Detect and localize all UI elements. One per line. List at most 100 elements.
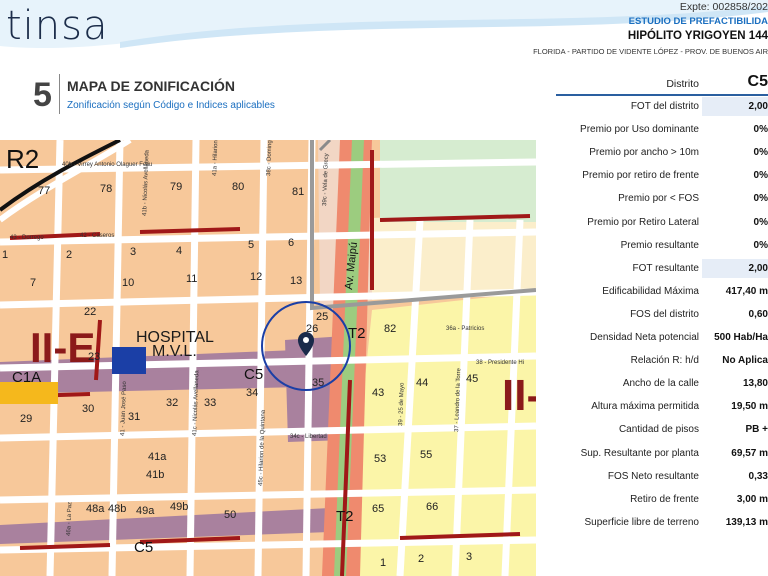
row-label: Premio por < FOS [618, 193, 699, 205]
green-park-area [380, 140, 536, 222]
svg-text:5: 5 [248, 239, 254, 251]
row-value: 3,00 m [736, 493, 768, 505]
zoning-map-drawing: II-E II- R2 C1A C5 C5 T2 T2 HOSPITAL M.V… [0, 140, 536, 576]
row-value: PB + [745, 424, 768, 436]
row-value: 417,40 m [725, 285, 768, 297]
row-label: Densidad Neta potencial [590, 332, 699, 344]
row-value: 69,57 m [731, 447, 768, 459]
hospital-label-2: M.V.L. [152, 343, 197, 360]
hospital-marker [112, 347, 146, 374]
row-value: 0% [753, 216, 768, 228]
svg-text:78: 78 [100, 183, 112, 195]
section-divider [59, 74, 60, 114]
svg-text:40b - Virrey Antonio Olaguer F: 40b - Virrey Antonio Olaguer Feliu [62, 162, 152, 168]
svg-text:22: 22 [84, 306, 96, 318]
svg-text:23: 23 [88, 351, 100, 363]
svg-text:6: 6 [288, 237, 294, 249]
svg-text:3: 3 [130, 246, 136, 258]
row-label: Premio por retiro de frente [582, 170, 699, 182]
row-label: FOS Neto resultante [607, 470, 699, 482]
zone-label-c5: C5 [244, 366, 263, 383]
svg-text:79: 79 [170, 181, 182, 193]
row-label: Sup. Resultante por planta [580, 447, 699, 459]
svg-text:46a - La Paz: 46a - La Paz [66, 502, 73, 536]
svg-text:34c - Libertad: 34c - Libertad [290, 434, 327, 440]
svg-text:2: 2 [66, 249, 72, 261]
row-value: 19,50 m [731, 401, 768, 413]
table-row: Relación R: h/d No Aplica [556, 349, 768, 372]
zoning-map: II-E II- R2 C1A C5 C5 T2 T2 HOSPITAL M.V… [0, 140, 536, 576]
svg-text:11: 11 [186, 273, 197, 285]
row-value: C5 [747, 73, 768, 90]
svg-text:30: 30 [82, 403, 94, 415]
section-number: 5 [33, 76, 52, 114]
svg-text:44: 44 [416, 377, 428, 389]
row-value: 2,00 [702, 97, 768, 117]
expediente-number: Expte: 002858/202 [679, 1, 768, 13]
row-label: Superficie libre de terreno [584, 516, 699, 528]
zone-label-t2: T2 [348, 325, 366, 342]
svg-text:48b: 48b [108, 503, 126, 515]
table-row: Premio por Uso dominante 0% [556, 118, 768, 141]
row-value: 0,33 [748, 470, 768, 482]
property-location: FLORIDA - PARTIDO DE VIDENTE LÓPEZ - PRO… [533, 47, 768, 56]
zone-label-r2: R2 [6, 144, 39, 174]
zone-label-c5-south: C5 [134, 539, 153, 556]
svg-text:12: 12 [250, 271, 262, 283]
table-row: Premio resultante 0% [556, 234, 768, 257]
table-row: FOT del distrito 2,00 [556, 95, 768, 118]
svg-text:33: 33 [204, 397, 216, 409]
table-row: Edificabilidad Máxima 417,40 m [556, 280, 768, 303]
table-row: FOS Neto resultante 0,33 [556, 465, 768, 488]
svg-text:49b: 49b [170, 501, 188, 513]
zone-label-ie-east: II- [502, 371, 536, 420]
row-label: Ancho de la calle [622, 378, 699, 390]
row-value: 0% [753, 170, 768, 182]
zoning-parameters-table: Distrito C5 FOT del distrito 2,00 Premio… [556, 72, 768, 534]
row-label: FOT del distrito [630, 101, 699, 113]
svg-text:34: 34 [246, 387, 258, 399]
row-label: Cantidad de pisos [618, 424, 699, 436]
row-label: Premio por Retiro Lateral [587, 216, 699, 228]
svg-text:36a - Patricios: 36a - Patricios [446, 326, 484, 332]
svg-text:41a: 41a [148, 451, 167, 463]
svg-text:1: 1 [2, 249, 8, 261]
svg-text:53: 53 [374, 453, 386, 465]
row-value: 0,60 [748, 308, 768, 320]
hatched-zone-2 [372, 212, 536, 300]
svg-text:42 - Caseros: 42 - Caseros [80, 233, 114, 239]
row-value: 2,00 [702, 258, 768, 278]
row-label: Edificabilidad Máxima [602, 285, 699, 297]
svg-text:45: 45 [466, 373, 478, 385]
svg-text:77: 77 [38, 185, 50, 197]
svg-text:65: 65 [372, 503, 384, 515]
svg-text:81: 81 [292, 186, 304, 198]
svg-text:48a: 48a [86, 503, 105, 515]
svg-text:3: 3 [466, 551, 472, 563]
table-row-distrito: Distrito C5 [556, 72, 768, 95]
section-subtitle: Zonificación según Código e Indices apli… [67, 100, 275, 111]
table-row: Premio por < FOS 0% [556, 187, 768, 210]
svg-text:80: 80 [232, 181, 244, 193]
svg-text:13: 13 [290, 275, 302, 287]
table-row: Densidad Neta potencial 500 Hab/Ha [556, 326, 768, 349]
zone-label-ie: II-E [30, 324, 95, 371]
row-label: Relación R: h/d [630, 355, 699, 367]
row-label: Retiro de frente [630, 493, 699, 505]
svg-text:66: 66 [426, 501, 438, 513]
svg-text:43 - Dorrego: 43 - Dorrego [10, 235, 44, 241]
row-label: FOT resultante [632, 262, 699, 274]
svg-text:32: 32 [166, 397, 178, 409]
row-label: FOS del distrito [630, 308, 699, 320]
table-row: Ancho de la calle 13,80 [556, 372, 768, 395]
zone-label-c1a: C1A [12, 369, 41, 386]
row-label: Distrito [666, 78, 699, 90]
svg-text:50: 50 [224, 509, 236, 521]
table-row: Premio por retiro de frente 0% [556, 164, 768, 187]
svg-text:4: 4 [176, 245, 182, 257]
table-row: Superficie libre de terreno 139,13 m [556, 511, 768, 534]
header-info: Expte: 002858/202 ESTUDIO DE PREFACTIBIL… [533, 0, 768, 58]
table-row: FOT resultante 2,00 [556, 257, 768, 280]
section-title: MAPA DE ZONIFICACIÓN [67, 78, 235, 94]
tinsa-logo: tinsa [6, 3, 109, 49]
